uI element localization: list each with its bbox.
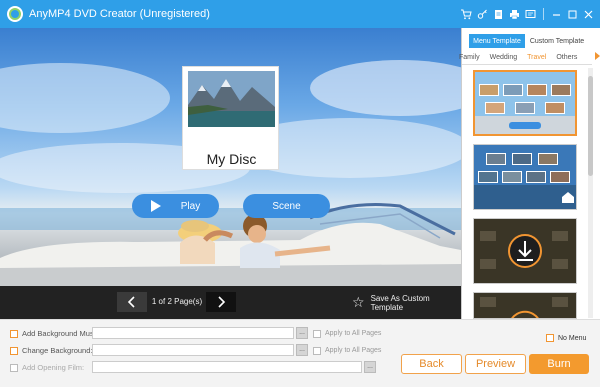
opening-film-field[interactable] [92, 361, 362, 373]
feedback-icon[interactable] [525, 9, 536, 20]
background-apply-all-label: Apply to All Pages [325, 347, 382, 354]
template-tabs: Menu Template Custom Template [469, 34, 589, 48]
opening-film-label: Add Opening Film: [22, 363, 85, 372]
disc-title: My Disc [206, 151, 257, 167]
burn-button[interactable]: Burn [529, 354, 589, 374]
tab-custom-template[interactable]: Custom Template [525, 34, 589, 48]
change-background-option: Change Background: [10, 344, 92, 357]
music-apply-all-checkbox[interactable] [313, 329, 321, 338]
maximize-icon[interactable] [567, 9, 578, 20]
preview-button[interactable]: Preview [465, 354, 526, 374]
music-apply-all-label: Apply to All Pages [325, 330, 382, 337]
scene-button-label: Scene [272, 200, 301, 212]
no-menu-option: No Menu [546, 334, 586, 342]
opening-film-checkbox[interactable] [10, 363, 18, 372]
change-background-browse-button[interactable]: ... [296, 344, 308, 356]
template-scrollbar[interactable] [588, 68, 593, 318]
template-panel: Menu Template Custom Template Family Wed… [459, 28, 600, 319]
print-icon[interactable] [509, 9, 520, 20]
category-family[interactable]: Family [459, 54, 480, 61]
key-icon[interactable] [477, 9, 488, 20]
template-categories: Family Wedding Travel Others [459, 50, 600, 64]
close-icon[interactable] [583, 9, 594, 20]
background-music-label: Add Background Music: [22, 329, 102, 338]
save-template-label: Save As Custom Template [370, 294, 430, 312]
back-button[interactable]: Back [401, 354, 462, 374]
background-music-browse-button[interactable]: ... [296, 327, 308, 339]
template-thumbnail[interactable] [473, 292, 577, 319]
category-others[interactable]: Others [556, 54, 577, 61]
scene-button[interactable]: Scene [243, 194, 330, 218]
category-travel[interactable]: Travel [527, 54, 546, 61]
title-separator [543, 8, 544, 20]
app-logo-icon [7, 6, 23, 22]
tab-menu-template[interactable]: Menu Template [469, 34, 525, 48]
disc-thumbnail-image [188, 71, 275, 127]
play-icon [150, 200, 161, 212]
opening-film-browse-button[interactable]: ... [364, 361, 376, 373]
no-menu-checkbox[interactable] [546, 334, 554, 342]
play-button[interactable]: Play [132, 194, 219, 218]
category-divider [462, 64, 592, 65]
category-wedding[interactable]: Wedding [490, 54, 518, 61]
chevron-right-icon [218, 296, 226, 308]
page-indicator: 1 of 2 Page(s) [151, 297, 203, 306]
background-music-field[interactable] [92, 327, 294, 339]
music-apply-all-option: Apply to All Pages [313, 327, 381, 340]
title-bar-icons [461, 0, 594, 28]
change-background-checkbox[interactable] [10, 346, 18, 355]
page-navigation-bar: 1 of 2 Page(s) ☆ Save As Custom Template [0, 286, 461, 319]
background-music-option: Add Background Music: [10, 327, 101, 340]
template-thumbnail[interactable] [473, 144, 577, 210]
minimize-icon[interactable] [551, 9, 562, 20]
template-scrollbar-thumb[interactable] [588, 76, 593, 176]
menu-preview: My Disc Play Scene [0, 28, 461, 286]
template-thumbnail[interactable] [473, 70, 577, 136]
template-thumbnail-download[interactable] [473, 218, 577, 284]
opening-film-option: Add Opening Film: [10, 361, 84, 374]
play-button-label: Play [180, 200, 201, 212]
disc-title-card[interactable]: My Disc [182, 66, 279, 170]
change-background-field[interactable] [92, 344, 294, 356]
change-background-label: Change Background: [22, 346, 93, 355]
cart-icon[interactable] [461, 9, 472, 20]
star-icon: ☆ [352, 295, 365, 311]
background-music-checkbox[interactable] [10, 329, 18, 338]
category-scroll-right-icon[interactable] [595, 52, 600, 60]
menu-options-panel: Add Background Music: ... Apply to All P… [0, 319, 600, 387]
chevron-left-icon [127, 296, 135, 308]
save-as-custom-template-button[interactable]: ☆ Save As Custom Template [352, 293, 461, 313]
background-apply-all-checkbox[interactable] [313, 346, 321, 355]
doc-icon[interactable] [493, 9, 504, 20]
title-bar: AnyMP4 DVD Creator (Unregistered) [0, 0, 600, 28]
next-page-button[interactable] [206, 292, 236, 312]
no-menu-label: No Menu [558, 334, 587, 342]
previous-page-button[interactable] [117, 292, 147, 312]
background-apply-all-option: Apply to All Pages [313, 344, 381, 357]
app-title: AnyMP4 DVD Creator (Unregistered) [29, 8, 210, 20]
